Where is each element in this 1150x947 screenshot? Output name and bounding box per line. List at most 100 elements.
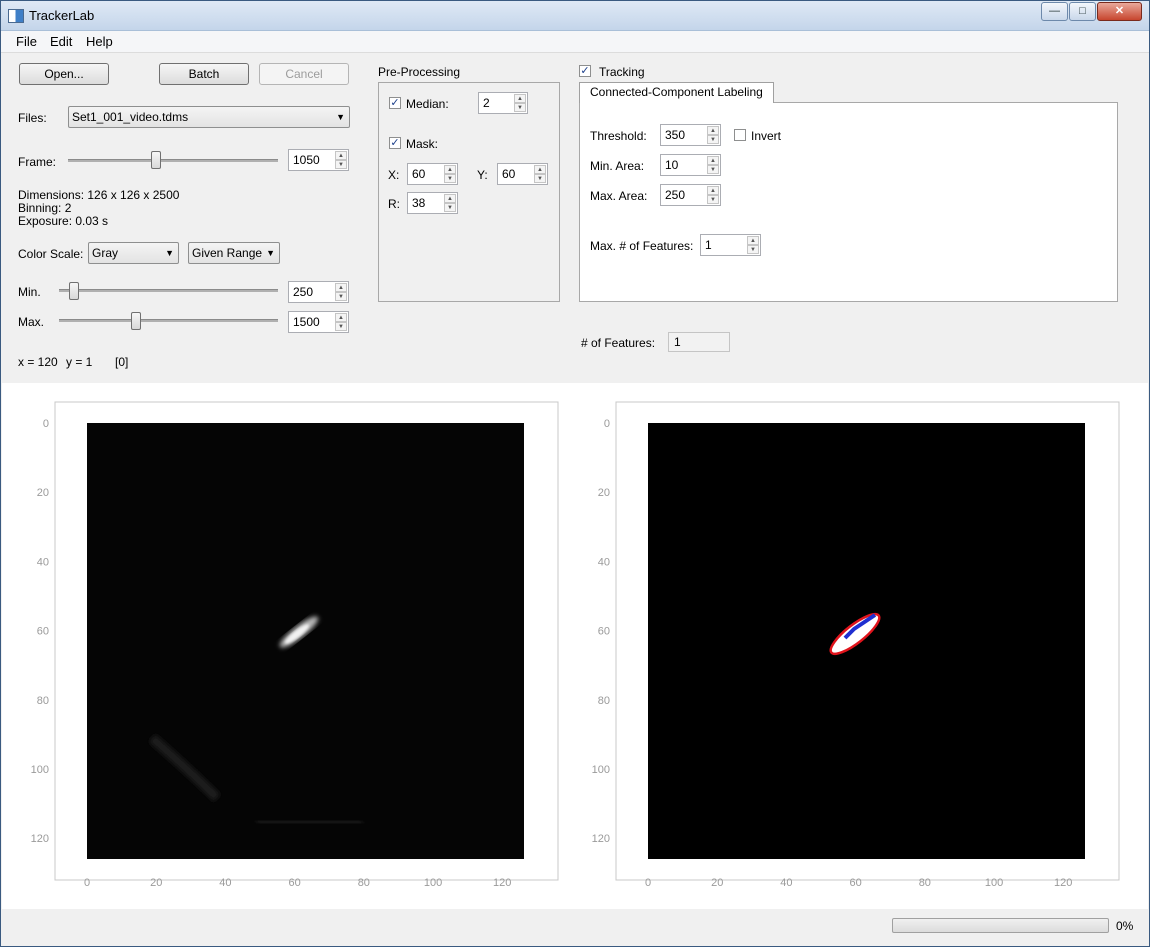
mask-r-value: 38 [412,196,426,210]
mask-checkbox[interactable]: ✓ [389,137,401,149]
mask-label: Mask: [406,137,439,151]
chevron-down-icon: ▼ [336,112,345,122]
spin-down-icon[interactable]: ▼ [707,135,719,144]
spin-up-icon[interactable]: ▲ [534,165,546,174]
preprocessing-group [378,82,560,302]
max-features-spinbox[interactable]: 1 ▲ ▼ [700,234,761,256]
cancel-button[interactable]: Cancel [259,63,349,85]
spin-up-icon[interactable]: ▲ [707,186,719,195]
raw-artifact-line [256,819,363,825]
right-y-tick-label: 20 [598,487,610,499]
spin-down-icon[interactable]: ▼ [707,165,719,174]
frame-spinbox[interactable]: 1050 ▲ ▼ [288,149,349,171]
spin-down-icon[interactable]: ▼ [707,195,719,204]
mask-x-spinbox[interactable]: 60 ▲ ▼ [407,163,458,185]
spin-down-icon[interactable]: ▼ [335,160,347,169]
left-x-tick-label: 20 [150,877,162,889]
spin-down-icon[interactable]: ▼ [335,322,347,331]
left-y-tick-label: 40 [37,556,49,568]
spin-up-icon[interactable]: ▲ [514,94,526,103]
tracked-image[interactable] [648,423,1085,859]
left-y-tick-label: 20 [37,487,49,499]
right-x-tick-label: 120 [1054,877,1072,889]
spin-down-icon[interactable]: ▼ [444,203,456,212]
spin-down-icon[interactable]: ▼ [444,174,456,183]
progress-bar [892,918,1109,933]
spin-down-icon[interactable]: ▼ [514,103,526,112]
min-area-spinbox[interactable]: 10 ▲ ▼ [660,154,721,176]
spin-up-icon[interactable]: ▲ [747,236,759,245]
mask-y-label: Y: [477,168,488,182]
mask-x-value: 60 [412,167,426,181]
spin-up-icon[interactable]: ▲ [444,165,456,174]
max-spinbox[interactable]: 1500 ▲ ▼ [288,311,349,333]
tab-connected-component-labeling[interactable]: Connected-Component Labeling [579,82,774,103]
features-count-label: # of Features: [581,336,656,350]
close-button[interactable]: ✕ [1097,2,1142,21]
spin-up-icon[interactable]: ▲ [335,313,347,322]
minimize-button[interactable]: — [1041,2,1068,21]
spin-up-icon[interactable]: ▲ [335,283,347,292]
min-spinbox[interactable]: 250 ▲ ▼ [288,281,349,303]
frame-slider-handle[interactable] [151,151,162,169]
frame-slider-track[interactable] [68,159,278,162]
colormap-dropdown[interactable]: Gray ▼ [88,242,179,264]
spin-up-icon[interactable]: ▲ [707,156,719,165]
raw-image[interactable] [87,423,524,859]
batch-button[interactable]: Batch [159,63,249,85]
threshold-spinbox[interactable]: 350 ▲ ▼ [660,124,721,146]
median-checkbox[interactable]: ✓ [389,97,401,109]
min-area-value: 10 [665,158,679,172]
chevron-down-icon: ▼ [165,248,174,258]
cursor-value: [0] [115,355,129,369]
menu-help[interactable]: Help [86,34,113,49]
left-y-tick-label: 100 [31,764,49,776]
median-value: 2 [483,96,490,110]
mask-r-label: R: [388,197,400,211]
files-value: Set1_001_video.tdms [72,110,189,124]
mask-y-value: 60 [502,167,516,181]
invert-checkbox[interactable] [734,129,746,141]
left-y-tick-label: 80 [37,695,49,707]
mask-y-spinbox[interactable]: 60 ▲ ▼ [497,163,548,185]
right-x-tick-label: 100 [985,877,1003,889]
max-slider-handle[interactable] [130,312,141,330]
frame-value: 1050 [293,153,320,167]
files-dropdown[interactable]: Set1_001_video.tdms ▼ [68,106,350,128]
spin-up-icon[interactable]: ▲ [335,151,347,160]
open-button[interactable]: Open... [19,63,109,85]
maximize-button[interactable]: □ [1069,2,1096,21]
dimensions-text: Dimensions: 126 x 126 x 2500 [18,188,180,202]
colormap-value: Gray [92,246,119,260]
right-y-tick-label: 0 [604,418,610,430]
threshold-value: 350 [665,128,686,142]
mask-r-spinbox[interactable]: 38 ▲ ▼ [407,192,458,214]
right-x-tick-label: 0 [645,877,651,889]
min-area-label: Min. Area: [590,159,645,173]
min-slider-handle[interactable] [69,282,80,300]
max-label: Max. [18,315,45,329]
spin-up-icon[interactable]: ▲ [707,126,719,135]
range-dropdown[interactable]: Given Range ▼ [188,242,280,264]
progress-label: 0% [1116,919,1134,933]
max-area-value: 250 [665,188,686,202]
color-scale-label: Color Scale: [18,247,84,261]
mask-x-label: X: [388,168,400,182]
spin-up-icon[interactable]: ▲ [444,194,456,203]
left-x-tick-label: 60 [288,877,300,889]
menu-file[interactable]: File [16,34,37,49]
menu-edit[interactable]: Edit [50,34,72,49]
min-slider-track[interactable] [59,289,278,292]
median-spinbox[interactable]: 2 ▲ ▼ [478,92,528,114]
left-x-tick-label: 80 [358,877,370,889]
cursor-y: y = 1 [66,355,93,369]
median-label: Median: [406,97,449,111]
chevron-down-icon: ▼ [266,248,275,258]
max-area-spinbox[interactable]: 250 ▲ ▼ [660,184,721,206]
spin-down-icon[interactable]: ▼ [534,174,546,183]
tracking-checkbox[interactable]: ✓ [579,65,591,77]
max-slider-track[interactable] [59,319,278,322]
cursor-x: x = 120 [18,355,58,369]
spin-down-icon[interactable]: ▼ [747,245,759,254]
spin-down-icon[interactable]: ▼ [335,292,347,301]
